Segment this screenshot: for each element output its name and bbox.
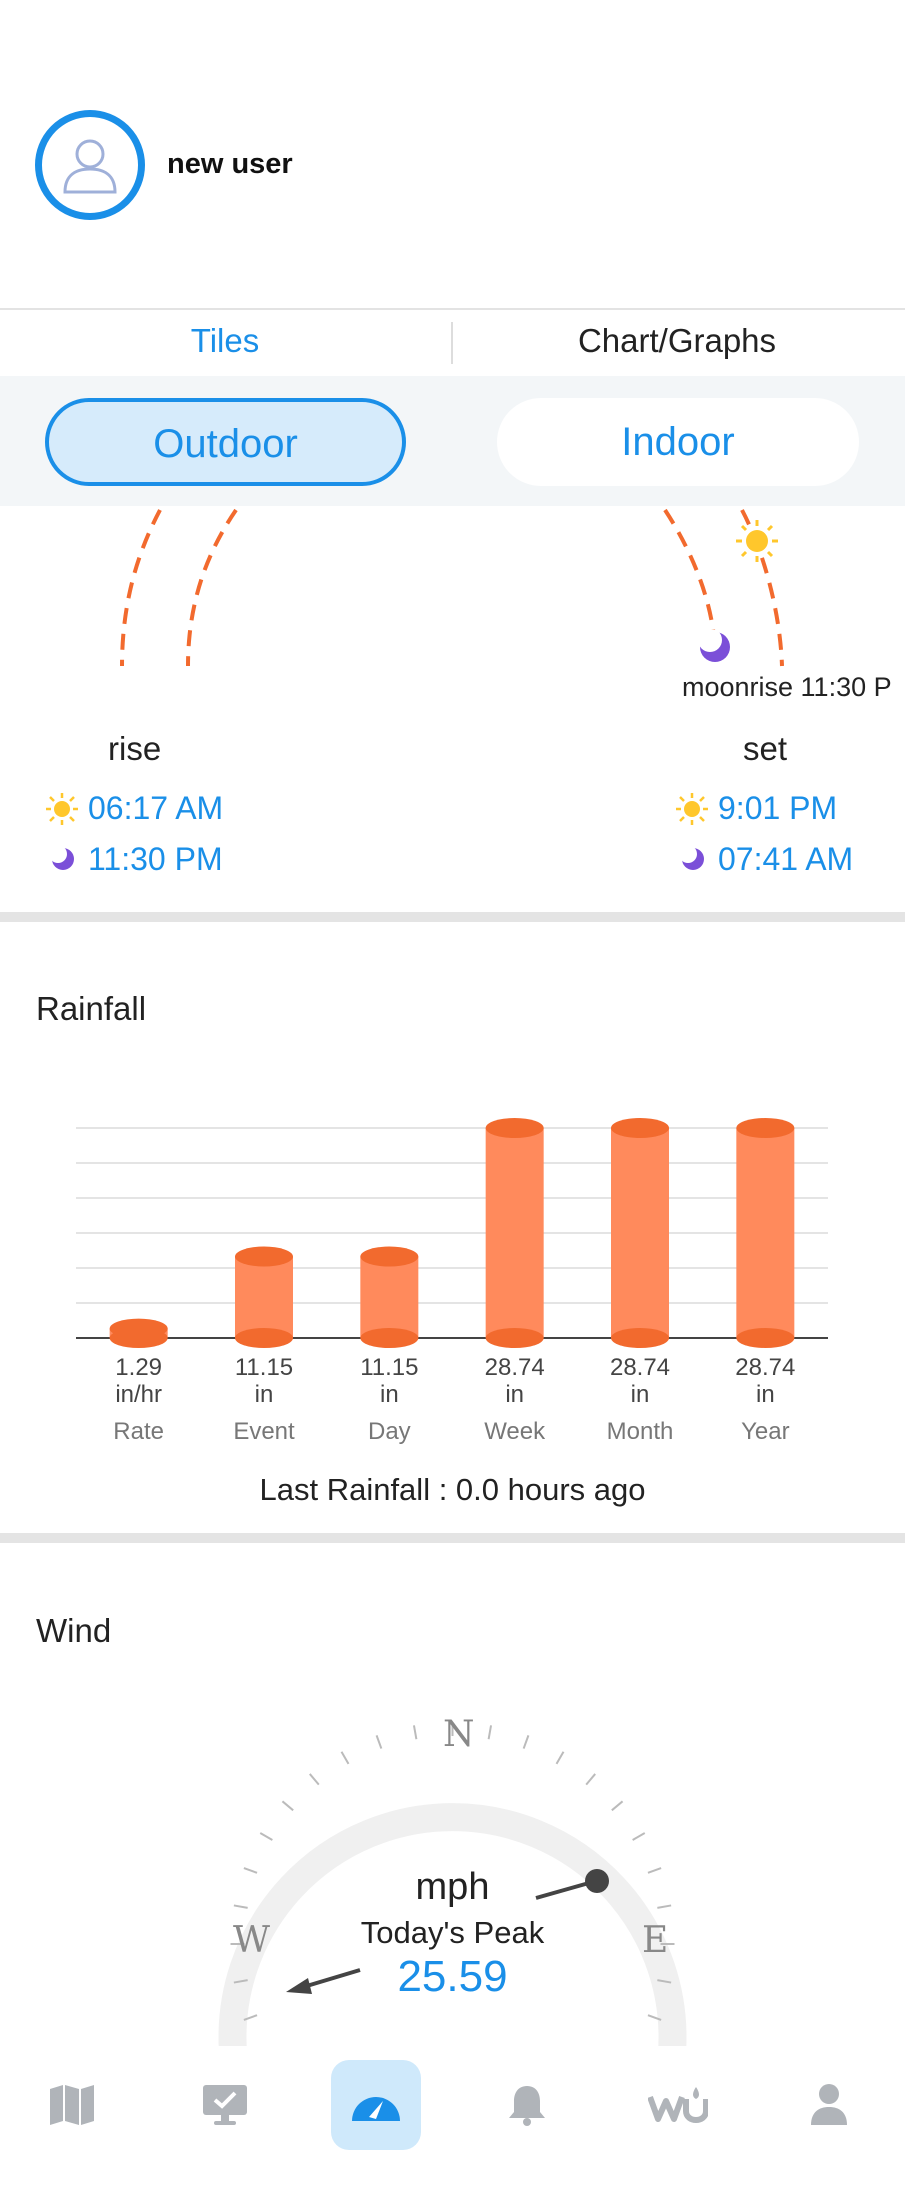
gauge-tick (487, 1725, 493, 1740)
section-divider (0, 1533, 905, 1543)
sunset-icon (676, 793, 708, 825)
category-label: Month (606, 1418, 674, 1445)
bar-value-label: 11.15 (360, 1354, 419, 1381)
bar-base (360, 1328, 419, 1348)
bar-body (485, 1128, 544, 1338)
bar-value-label: 28.74 (735, 1354, 796, 1381)
tab-tiles[interactable]: Tiles (0, 322, 450, 360)
bar-top (109, 1318, 168, 1339)
category-label: Year (741, 1418, 790, 1445)
moonset-icon (680, 846, 704, 870)
last-rainfall: Last Rainfall : 0.0 hours ago (259, 1472, 646, 1507)
nav-wunderground[interactable] (633, 2060, 723, 2150)
gauge-tick (259, 1832, 273, 1841)
header-divider (0, 308, 905, 310)
bar-base (736, 1328, 795, 1348)
category-label: Week (484, 1418, 546, 1445)
bar-rate (109, 1318, 168, 1348)
gauge-tick (281, 1800, 294, 1812)
username: new user (167, 148, 293, 180)
nav-alerts[interactable] (482, 2060, 572, 2150)
moonset-time: 07:41 AM (718, 841, 854, 877)
gauge-tick (340, 1751, 350, 1765)
rainfall-chart (76, 1118, 828, 1348)
gauge-tick (555, 1751, 565, 1765)
bar-unit-label: in (505, 1381, 524, 1408)
gauge-tick (585, 1773, 596, 1786)
category-label: Day (367, 1418, 411, 1445)
gauge-tick (309, 1773, 320, 1786)
wunderground-logo-icon (648, 2087, 708, 2123)
gauge-tick (375, 1735, 383, 1749)
user-icon (63, 139, 117, 194)
nav-profile[interactable] (784, 2060, 874, 2150)
bar-base (611, 1328, 669, 1348)
bar-unit-label: in (755, 1381, 775, 1408)
bar-unit-label: in/hr (115, 1381, 162, 1408)
bar-value-label: 28.74 (484, 1354, 545, 1381)
rise-label: rise (108, 730, 162, 767)
sunrise-time: 06:17 AM (88, 790, 224, 826)
category-label: Event (233, 1418, 295, 1445)
set-label: set (743, 730, 788, 767)
sun-position-icon (736, 520, 778, 562)
nav-devices[interactable] (180, 2060, 270, 2150)
profile-icon (811, 2084, 847, 2125)
wind-title: Wind (36, 1612, 112, 1649)
bar-value-label: 28.74 (609, 1354, 671, 1381)
bar-top (360, 1246, 419, 1267)
map-icon (50, 2085, 94, 2125)
wind-unit: mph (415, 1866, 490, 1908)
outdoor-button[interactable]: Outdoor (45, 398, 406, 486)
bar-top (235, 1246, 293, 1267)
monitor-check-icon (203, 2085, 247, 2125)
nav-map[interactable] (27, 2060, 117, 2150)
bar-base (235, 1328, 293, 1348)
peak-value: 25.59 (397, 1952, 508, 2001)
section-divider (0, 912, 905, 922)
peak-label: Today's Peak (360, 1915, 545, 1950)
bar-value-label: 1.29 (115, 1354, 163, 1381)
user-avatar[interactable] (35, 110, 145, 220)
dashboard-gauge-icon (352, 2097, 400, 2121)
indoor-button[interactable]: Indoor (497, 398, 859, 486)
bar-top (611, 1118, 669, 1138)
moonrise-time: 11:30 PM (88, 841, 223, 877)
bar-base (485, 1328, 544, 1348)
bar-body (736, 1128, 795, 1338)
sunset-time: 9:01 PM (718, 790, 838, 826)
gauge-tick (522, 1735, 530, 1749)
gauge-tick (632, 1832, 646, 1841)
bar-body (235, 1256, 293, 1338)
tab-chart-graphs[interactable]: Chart/Graphs (452, 322, 902, 360)
moonrise-label: moonrise 11:30 P (682, 672, 892, 702)
bar-year (736, 1118, 795, 1348)
rainfall-title: Rainfall (36, 990, 147, 1027)
bar-unit-label: in (630, 1381, 650, 1408)
sunrise-icon (46, 793, 78, 825)
moon-position-icon (698, 630, 730, 662)
gauge-tick (412, 1725, 418, 1740)
bar-unit-label: in (254, 1381, 274, 1408)
bar-month (611, 1118, 669, 1348)
bar-top (485, 1118, 544, 1138)
bell-icon (509, 2086, 545, 2126)
moonrise-icon (50, 846, 74, 870)
bar-event (235, 1246, 293, 1348)
bottom-nav (0, 2046, 905, 2211)
bar-body (611, 1128, 669, 1338)
category-label: Rate (113, 1418, 164, 1445)
bar-week (485, 1118, 544, 1348)
bar-day (360, 1246, 419, 1348)
gauge-tick (611, 1800, 624, 1812)
bar-body (360, 1256, 419, 1338)
nav-dashboard[interactable] (331, 2060, 421, 2150)
bar-top (736, 1118, 795, 1138)
compass-north: N (443, 1714, 475, 1755)
bar-unit-label: in (379, 1381, 399, 1408)
bar-value-label: 11.15 (234, 1354, 294, 1381)
